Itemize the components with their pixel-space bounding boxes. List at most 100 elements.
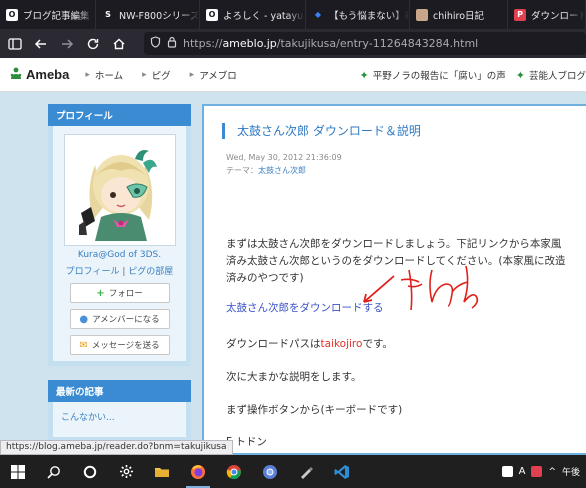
tray-time[interactable]: 午後	[562, 465, 580, 478]
pass-suffix: です。	[362, 338, 393, 350]
profile-name[interactable]: Kura@God of 3DS.	[53, 250, 186, 260]
url-bar[interactable]: https://ameblo.jp/takujikusa/entry-11264…	[144, 32, 586, 55]
theme-label: テーマ：	[226, 166, 258, 175]
handwritten-annotation	[363, 265, 479, 311]
ameba-nav-item[interactable]: アメブロ	[199, 68, 237, 82]
chevron-up-icon[interactable]: ^	[548, 467, 556, 477]
profile-box: Kura@God of 3DS. プロフィール | ピグの部屋 + フォロー ● アメ…	[48, 126, 191, 366]
chrome-icon	[226, 464, 241, 479]
browser-nav-bar: https://ameblo.jp/takujikusa/entry-11264…	[0, 29, 586, 58]
ameba-header: Ameba ▸ ホーム ▸ ピグ ▸ アメブロ ✦ 平野ノラの報告に「腐い」の声 ✦ 芸能…	[0, 58, 586, 92]
ameba-logo-icon	[9, 66, 23, 83]
shield-icon[interactable]	[150, 36, 161, 51]
browser-tab-bar: O ブログ記事編集 S NW-F800シリーズ O よろしく - yatayu ◆ 【もう悩ま…	[0, 0, 586, 29]
avatar-favicon-icon	[416, 8, 428, 21]
follow-button[interactable]: + フォロー	[69, 283, 170, 303]
blue-diamond-favicon-icon: ◆	[312, 8, 324, 21]
recent-post-link[interactable]: こんなかい...	[61, 413, 115, 423]
system-tray: A ^ 午後	[501, 455, 586, 488]
theme-link[interactable]: 太鼓さん次郎	[258, 166, 306, 175]
link-separator: |	[122, 267, 126, 277]
profile-link[interactable]: プロフィール	[66, 267, 120, 277]
firefox-button[interactable]	[180, 455, 216, 488]
ameba-nav: ▸ ホーム ▸ ピグ ▸ アメブロ	[85, 68, 250, 82]
star-icon: ✦	[359, 68, 369, 82]
chevron-right-icon: ▸	[189, 69, 195, 80]
tab-fade	[181, 0, 199, 29]
browser-tab[interactable]: chihiro日記	[410, 0, 508, 29]
ameba-logo[interactable]: Ameba	[9, 66, 69, 83]
article-theme: テーマ：太鼓さん次郎	[226, 165, 306, 176]
recent-posts-heading: 最新の記事	[48, 380, 191, 402]
profile-heading: プロフィール	[48, 104, 191, 126]
button-label: アメンバーになる	[92, 315, 160, 325]
start-button[interactable]	[0, 455, 36, 488]
back-button[interactable]	[30, 33, 52, 55]
windows-icon	[11, 464, 25, 479]
avatar[interactable]	[63, 134, 176, 246]
sidebar: プロフィール Kura@God of 3DS. プロフィール | ピグの部屋 +…	[48, 104, 191, 442]
browser-tab[interactable]: O よろしく - yatayu	[200, 0, 306, 29]
ameba-logo-text: Ameba	[26, 67, 70, 82]
vscode-button[interactable]	[324, 455, 360, 488]
chrome-button[interactable]	[216, 455, 252, 488]
lock-icon[interactable]	[167, 36, 177, 51]
home-button[interactable]	[108, 33, 130, 55]
usb-tool-button[interactable]	[288, 455, 324, 488]
cortana-icon	[83, 465, 97, 478]
chevron-right-icon: ▸	[85, 69, 90, 80]
file-explorer-button[interactable]	[144, 455, 180, 488]
sidebar-toggle-icon[interactable]	[4, 33, 26, 55]
tray-red-icon[interactable]	[531, 466, 543, 477]
ameba-nav-item[interactable]: ホーム	[95, 68, 123, 82]
ameba-favicon-icon: O	[206, 8, 218, 21]
tab-fade	[567, 0, 585, 29]
download-pass-line: ダウンロードパスはtaikojiroです。	[226, 336, 566, 353]
reload-button[interactable]	[82, 33, 104, 55]
tab-fade	[489, 0, 507, 29]
chevron-right-icon: ▸	[142, 69, 147, 80]
ameba-right-links: ✦ 平野ノラの報告に「腐い」の声 ✦ 芸能人ブログ	[360, 58, 586, 92]
article-paragraph-5: F トドン	[226, 436, 267, 448]
download-favicon-icon: P	[514, 8, 526, 21]
cortana-button[interactable]	[72, 455, 108, 488]
recent-posts-box: こんなかい...	[48, 402, 191, 442]
article-paragraph-3: 次に大まかな説明をします。	[226, 371, 362, 383]
tab-fade	[287, 0, 305, 29]
browser-tab[interactable]: Pダウンロード中	[508, 0, 586, 29]
forward-button[interactable]	[56, 33, 78, 55]
article: 太鼓さん次郎 ダウンロード＆説明 Wed, May 30, 2012 21:36…	[202, 104, 586, 455]
browser-tab[interactable]: ◆ 【もう悩まない】初	[306, 0, 410, 29]
status-url: https://blog.ameba.jp/reader.do?bnm=taku…	[0, 440, 233, 455]
send-message-button[interactable]: ✉ メッセージを送る	[69, 335, 170, 355]
button-label: メッセージを送る	[91, 341, 160, 351]
star-icon: ✦	[515, 68, 525, 82]
amember-button[interactable]: ● アメンバーになる	[69, 309, 170, 329]
page-viewport: Ameba ▸ ホーム ▸ ピグ ▸ アメブロ ✦ 平野ノラの報告に「腐い」の声 ✦ 芸能…	[0, 58, 586, 455]
ameba-nav-item[interactable]: ピグ	[152, 68, 171, 82]
pass-value: taikojiro	[320, 338, 363, 350]
tray-app-icon[interactable]	[501, 466, 513, 477]
profile-links: プロフィール | ピグの部屋	[53, 264, 186, 277]
settings-button[interactable]	[108, 455, 144, 488]
amember-icon: ●	[79, 313, 89, 325]
celebrity-blog-link[interactable]: 芸能人ブログ	[529, 68, 586, 82]
firefox-icon	[191, 464, 205, 479]
browser-tab[interactable]: O ブログ記事編集	[0, 0, 96, 29]
url-text[interactable]: https://ameblo.jp/takujikusa/entry-11264…	[183, 37, 478, 50]
gear-icon	[119, 465, 133, 478]
chrome-alt-button[interactable]	[252, 455, 288, 488]
browser-tab[interactable]: S NW-F800シリーズ	[96, 0, 200, 29]
trending-link[interactable]: 平野ノラの報告に「腐い」の声	[373, 68, 506, 82]
pig-room-link[interactable]: ピグの部屋	[128, 267, 173, 277]
tab-fade	[77, 0, 95, 29]
search-button[interactable]	[36, 455, 72, 488]
article-title[interactable]: 太鼓さん次郎 ダウンロード＆説明	[222, 123, 586, 139]
sony-favicon-icon: S	[102, 8, 114, 21]
tray-a-icon[interactable]: A	[519, 466, 526, 477]
pass-prefix: ダウンロードパスは	[226, 338, 321, 350]
ameba-favicon-icon: O	[6, 8, 18, 21]
search-icon	[47, 465, 60, 479]
tab-label: chihiro日記	[433, 10, 485, 22]
button-label: フォロー	[108, 289, 143, 299]
